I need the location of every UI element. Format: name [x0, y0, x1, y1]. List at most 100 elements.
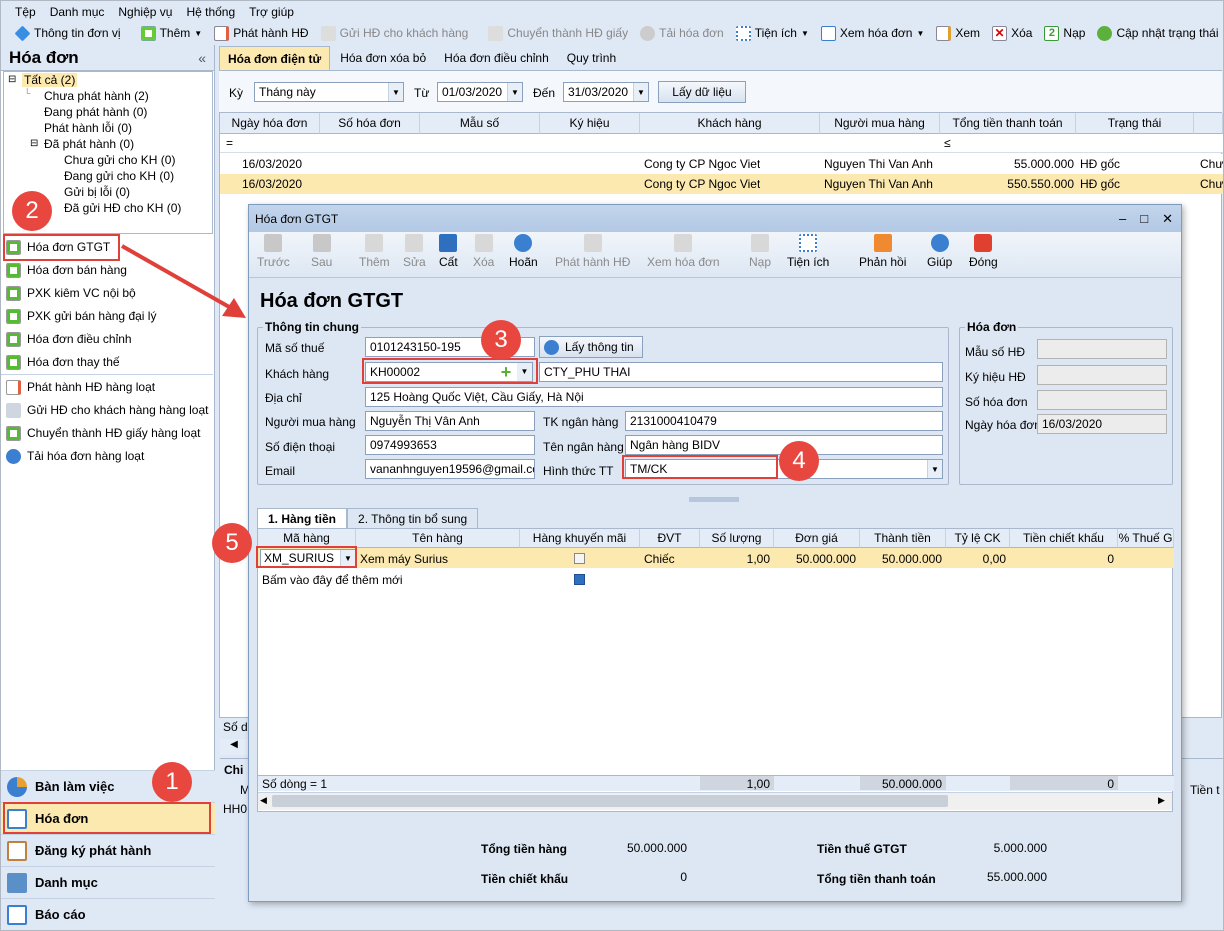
- issue-invoice-button[interactable]: Phát hành HĐ: [208, 25, 314, 41]
- fetch-data-button[interactable]: Lấy dữ liệu: [658, 81, 746, 103]
- col-promo[interactable]: Hàng khuyến mãi: [520, 529, 640, 548]
- undo-button[interactable]: Hoãn: [509, 234, 538, 276]
- tree-item-not-issued[interactable]: Chưa phát hành (2): [44, 89, 149, 103]
- nav-batch-issue[interactable]: Phát hành HĐ hàng loạt: [1, 376, 155, 398]
- period-select[interactable]: Tháng này ▼: [254, 82, 404, 102]
- menu-help[interactable]: Trợ giúp: [249, 5, 294, 19]
- tree-item-issued[interactable]: Đã phát hành (0): [44, 137, 134, 151]
- menu-file[interactable]: Tệp: [15, 5, 36, 19]
- tree-item-issuing[interactable]: Đang phát hành (0): [44, 105, 147, 119]
- col-total[interactable]: Tổng tiền thanh toán: [940, 113, 1076, 134]
- nav-batch-download[interactable]: Tải hóa đơn hàng loạt: [1, 445, 144, 467]
- col-unit[interactable]: ĐVT: [640, 529, 700, 548]
- tab-goods[interactable]: 1. Hàng tiền: [257, 508, 348, 528]
- to-date-input[interactable]: 31/03/2020 ▼: [563, 82, 649, 102]
- tree-item-all[interactable]: Tất cả (2): [22, 73, 78, 87]
- col-discount-amount[interactable]: Tiền chiết khấu: [1010, 529, 1118, 548]
- nav-replace-invoice[interactable]: Hóa đơn thay thế: [1, 351, 120, 373]
- nav-catalog[interactable]: Danh mục: [1, 866, 215, 898]
- nav-batch-send[interactable]: Gửi HĐ cho khách hàng hàng loạt: [1, 399, 208, 421]
- add-button[interactable]: Thêm: [359, 234, 390, 276]
- tab-process[interactable]: Quy trình: [559, 46, 624, 70]
- tree-item-sending[interactable]: Đang gửi cho KH (0): [64, 169, 174, 183]
- help-button[interactable]: Giúp: [927, 234, 952, 276]
- promo-checkbox[interactable]: [574, 553, 585, 564]
- tab-e-invoice[interactable]: Hóa đơn điện tử: [219, 46, 331, 70]
- col-amount[interactable]: Thành tiền: [860, 529, 946, 548]
- tab-adjusted-invoice[interactable]: Hóa đơn điều chỉnh: [436, 46, 557, 70]
- splitter-handle[interactable]: [689, 497, 739, 502]
- reload-button[interactable]: Nạp: [749, 234, 771, 276]
- nav-adjust-invoice[interactable]: Hóa đơn điều chỉnh: [1, 328, 132, 350]
- send-to-customer-button[interactable]: Gửi HĐ cho khách hàng: [315, 25, 475, 41]
- phone-input[interactable]: 0974993653: [365, 435, 535, 455]
- save-button[interactable]: Cất: [439, 234, 458, 276]
- buyer-input[interactable]: Nguyễn Thị Vân Anh: [365, 411, 535, 431]
- tab-extra-info[interactable]: 2. Thông tin bổ sung: [347, 508, 479, 528]
- address-input[interactable]: 125 Hoàng Quốc Việt, Cầu Giấy, Hà Nội: [365, 387, 943, 407]
- close-button[interactable]: Đóng: [969, 234, 998, 276]
- close-icon[interactable]: ✕: [1162, 211, 1173, 227]
- feedback-button[interactable]: Phản hồi: [859, 234, 906, 276]
- add-button[interactable]: Thêm ▼: [135, 25, 209, 41]
- detail-tab[interactable]: Chi: [224, 763, 243, 777]
- new-row-checkbox[interactable]: [574, 574, 585, 585]
- col-extra[interactable]: [1194, 113, 1223, 134]
- menu-catalog[interactable]: Danh mục: [50, 5, 105, 19]
- view-invoice-button[interactable]: Xem hóa đơn ▼: [815, 25, 931, 41]
- next-button[interactable]: Sau: [311, 234, 332, 276]
- maximize-icon[interactable]: □: [1140, 211, 1148, 227]
- collapse-tree-icon[interactable]: ⊟: [8, 74, 16, 85]
- from-date-input[interactable]: 01/03/2020 ▼: [437, 82, 523, 102]
- edit-button[interactable]: Sửa: [403, 234, 426, 276]
- col-vat-rate[interactable]: % Thuế G: [1118, 529, 1174, 548]
- collapse-icon[interactable]: «: [198, 50, 206, 66]
- update-status-button[interactable]: Cập nhật trạng thái: [1091, 25, 1223, 41]
- tab-deleted-invoice[interactable]: Hóa đơn xóa bỏ: [332, 46, 434, 70]
- bank-account-input[interactable]: 2131000410479: [625, 411, 943, 431]
- tree-item-not-sent[interactable]: Chưa gửi cho KH (0): [64, 153, 175, 167]
- col-item-name[interactable]: Tên hàng: [356, 529, 520, 548]
- nav-internal-delivery[interactable]: PXK kiêm VC nội bộ: [1, 282, 136, 304]
- col-qty[interactable]: Số lượng: [700, 529, 774, 548]
- collapse-issued-icon[interactable]: ⊟: [30, 138, 38, 149]
- delete-button[interactable]: Xóa: [473, 234, 494, 276]
- nav-report[interactable]: Báo cáo: [1, 898, 215, 930]
- col-discount-rate[interactable]: Tỷ lệ CK: [946, 529, 1010, 548]
- issue-button[interactable]: Phát hành HĐ: [555, 234, 630, 276]
- col-template[interactable]: Mẫu số: [420, 113, 540, 134]
- col-symbol[interactable]: Ký hiệu: [540, 113, 640, 134]
- filter-op-le[interactable]: ≤: [944, 136, 951, 150]
- utilities-button[interactable]: Tiện ích ▼: [730, 25, 815, 41]
- utilities-button[interactable]: Tiện ích: [787, 234, 829, 276]
- tree-item-send-error[interactable]: Gửi bị lỗi (0): [64, 185, 130, 199]
- view-button[interactable]: Xem: [930, 25, 986, 41]
- menu-system[interactable]: Hệ thống: [186, 5, 235, 19]
- filter-op-equal[interactable]: =: [226, 136, 233, 150]
- view-invoice-button[interactable]: Xem hóa đơn: [647, 234, 720, 276]
- minimize-icon[interactable]: –: [1119, 211, 1126, 227]
- convert-paper-button[interactable]: Chuyển thành HĐ giấy: [482, 25, 634, 41]
- col-status[interactable]: Trạng thái: [1076, 113, 1194, 134]
- col-customer[interactable]: Khách hàng: [640, 113, 820, 134]
- tree-item-sent[interactable]: Đã gửi HĐ cho KH (0): [64, 201, 181, 215]
- scrollbar-thumb[interactable]: [272, 795, 948, 807]
- scroll-right-icon[interactable]: ▶: [1158, 795, 1165, 806]
- nav-register[interactable]: Đăng ký phát hành: [1, 834, 215, 866]
- tree-item-issue-error[interactable]: Phát hành lỗi (0): [44, 121, 132, 135]
- col-invoice-number[interactable]: Số hóa đơn: [320, 113, 420, 134]
- col-buyer[interactable]: Người mua hàng: [820, 113, 940, 134]
- col-price[interactable]: Đơn giá: [774, 529, 860, 548]
- email-input[interactable]: vananhnguyen19596@gmail.co: [365, 459, 535, 479]
- menu-operations[interactable]: Nghiệp vụ: [118, 5, 172, 19]
- scroll-left-icon[interactable]: ◀: [260, 795, 267, 806]
- download-invoice-button[interactable]: Tải hóa đơn: [634, 25, 730, 41]
- reload-button[interactable]: 2 Nạp: [1038, 25, 1091, 41]
- nav-batch-convert[interactable]: Chuyển thành HĐ giấy hàng loạt: [1, 422, 200, 444]
- col-invoice-date[interactable]: Ngày hóa đơn: [220, 113, 320, 134]
- add-new-row[interactable]: Bấm vào đây để thêm mới: [262, 573, 403, 587]
- prev-button[interactable]: Trước: [257, 234, 290, 276]
- company-info-button[interactable]: Thông tin đơn vị: [9, 25, 127, 41]
- nav-sales-invoice[interactable]: Hóa đơn bán hàng: [1, 259, 127, 281]
- customer-name-input[interactable]: CTY_PHU THAI: [539, 362, 943, 382]
